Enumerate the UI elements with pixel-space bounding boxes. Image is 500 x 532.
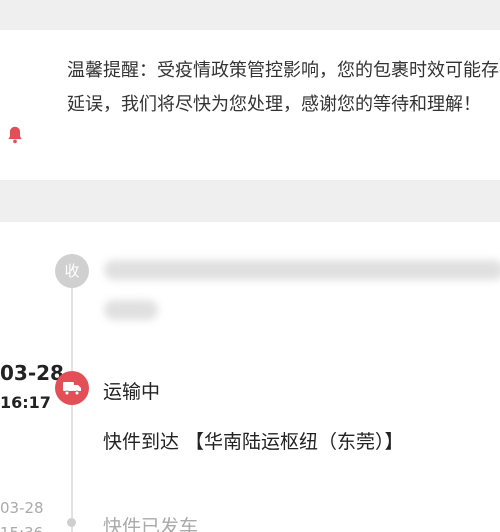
event-date: 03-28	[0, 361, 64, 385]
redacted-address-line2	[104, 300, 158, 320]
event-date: 03-28	[0, 499, 44, 517]
bell-icon	[8, 126, 22, 144]
notice-banner: 温馨提醒：受疫情政策管控影响，您的包裹时效可能存在延误，我们将尽快为您处理，感谢…	[0, 30, 500, 180]
redacted-address	[104, 260, 500, 280]
event-title: 快件已发车	[103, 516, 199, 532]
notice-text: 温馨提醒：受疫情政策管控影响，您的包裹时效可能存在延误，我们将尽快为您处理，感谢…	[67, 60, 500, 115]
section-gap	[0, 180, 500, 222]
top-strip	[0, 0, 500, 30]
event-title: 运输中	[103, 381, 161, 403]
truck-icon	[55, 371, 89, 405]
tracking-timeline: 收 03-28 16:17 运输中 快件到达 【华南陆运枢纽（东莞）】 03-2…	[0, 222, 500, 532]
event-time: 16:17	[0, 393, 51, 412]
shipment-tracking-page: 温馨提醒：受疫情政策管控影响，您的包裹时效可能存在延误，我们将尽快为您处理，感谢…	[0, 0, 500, 532]
event-detail: 快件到达 【华南陆运枢纽（东莞）】	[103, 431, 404, 453]
collect-node-badge: 收	[55, 254, 89, 288]
event-time: 15:36	[0, 524, 43, 532]
timeline-dot	[67, 518, 76, 527]
